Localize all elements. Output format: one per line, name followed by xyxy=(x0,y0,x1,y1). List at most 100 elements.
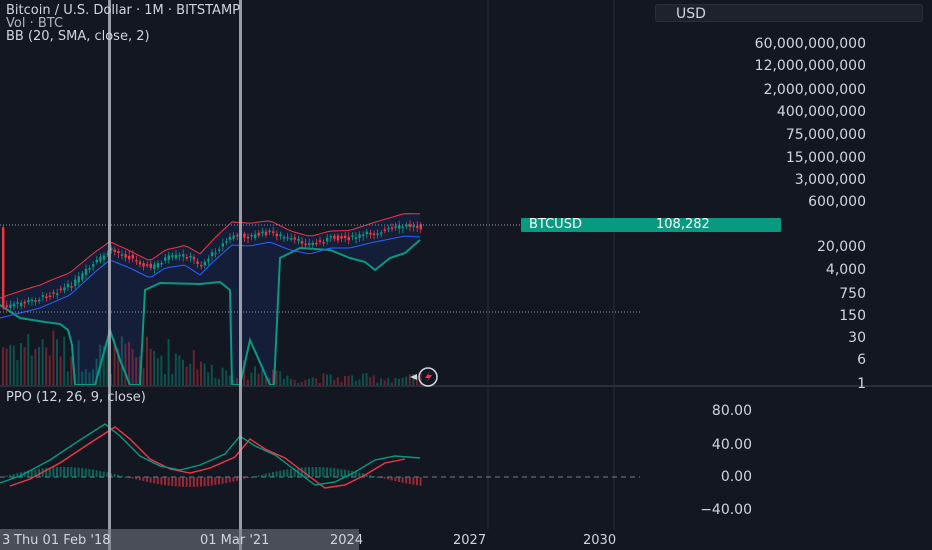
candle-body xyxy=(102,255,106,260)
candle-body xyxy=(171,255,174,258)
ppo-histogram-bar xyxy=(236,477,238,481)
candle-body xyxy=(218,249,221,251)
ppo-histogram-bar xyxy=(279,470,282,477)
volume-bar xyxy=(387,378,390,385)
candle-body xyxy=(308,243,311,245)
ppo-histogram-bar xyxy=(412,477,415,485)
candle-body xyxy=(77,276,80,283)
vertical-marker-1[interactable] xyxy=(108,0,111,550)
candle-body xyxy=(182,254,185,257)
volume-bar xyxy=(2,347,4,385)
candle-body xyxy=(45,296,48,299)
volume-bar xyxy=(362,373,364,385)
price-axis-label: 1 xyxy=(857,376,866,392)
ppo-histogram-bar xyxy=(380,477,382,478)
volume-bar xyxy=(304,379,307,385)
volume-bar xyxy=(311,377,314,385)
ppo-histogram-bar xyxy=(358,472,361,477)
volume-bar xyxy=(308,378,310,385)
ppo-histogram-bar xyxy=(56,467,58,477)
price-axis-label: 150 xyxy=(839,308,866,324)
candle-body xyxy=(81,273,84,280)
candle-body xyxy=(387,227,390,230)
price-tag: 108,282 xyxy=(648,218,781,232)
volume-bar xyxy=(156,358,159,385)
candle-body xyxy=(2,227,5,308)
candle-body xyxy=(372,233,376,236)
candle-body xyxy=(243,233,246,238)
volume-bar xyxy=(171,373,174,385)
candle-body xyxy=(185,256,188,259)
ppo-histogram-bar xyxy=(52,467,55,477)
ppo-histogram-bar xyxy=(88,468,91,477)
volume-bar xyxy=(279,371,282,385)
volume-bar xyxy=(12,345,15,385)
candle-body xyxy=(138,261,142,265)
candle-body xyxy=(149,263,152,268)
candle-body xyxy=(416,225,419,228)
volume-bar xyxy=(23,347,26,385)
ppo-histogram-bar xyxy=(340,469,343,477)
price-axis-label: 12,000,000,000 xyxy=(754,58,866,74)
volume-bar xyxy=(315,378,318,385)
candle-body xyxy=(329,236,332,238)
ppo-axis-label: 0.00 xyxy=(720,469,752,485)
candle-body xyxy=(34,300,37,302)
ppo-axis-label: 40.00 xyxy=(711,437,752,453)
candle-body xyxy=(27,299,30,303)
volume-bar xyxy=(358,379,361,385)
volume-bar xyxy=(401,377,404,385)
ppo-histogram-bar xyxy=(120,475,123,477)
ppo-legend[interactable]: PPO (12, 26, 9, close) xyxy=(6,390,146,406)
volume-bar xyxy=(376,382,379,385)
time-axis-label: 2027 xyxy=(453,533,487,548)
ppo-histogram-bar xyxy=(174,477,177,487)
candle-body xyxy=(164,257,167,261)
price-axis-label: 600,000 xyxy=(808,194,866,210)
candle-body xyxy=(358,234,361,238)
candle-body xyxy=(336,235,340,241)
currency-button[interactable]: USD xyxy=(655,4,923,22)
candle-body xyxy=(156,262,160,268)
candle-body xyxy=(362,234,365,236)
ppo-histogram-bar xyxy=(178,477,181,487)
volume-bar xyxy=(142,368,145,385)
volume-bar xyxy=(63,336,66,385)
candle-body xyxy=(290,238,293,240)
volume-bar xyxy=(56,339,58,385)
volume-bar xyxy=(250,372,253,385)
price-axis-label: 15,000,000 xyxy=(785,150,866,166)
ppo-histogram-bar xyxy=(394,477,397,482)
candle-body xyxy=(326,237,329,242)
candle-body xyxy=(59,288,62,291)
volume-bar xyxy=(185,366,188,385)
candle-body xyxy=(351,235,354,237)
bollinger-legend[interactable]: BB (20, SMA, close, 2) xyxy=(6,29,150,45)
candle-body xyxy=(84,268,88,275)
candle-body xyxy=(354,237,358,240)
volume-bar xyxy=(254,366,256,385)
bollinger-band-fill xyxy=(0,213,420,385)
volume-bar xyxy=(293,379,296,385)
candle-body xyxy=(200,264,203,267)
price-axis-label: 3,000,000 xyxy=(794,172,866,188)
price-axis-label: 2,000,000,000 xyxy=(763,82,866,98)
ppo-histogram-bar xyxy=(329,467,332,477)
ppo-histogram-bar xyxy=(2,476,4,478)
candle-body xyxy=(383,229,386,231)
candle-body xyxy=(9,304,12,309)
ppo-histogram-bar xyxy=(128,477,130,478)
ppo-histogram-bar xyxy=(272,472,274,477)
ppo-histogram-bar xyxy=(131,477,134,479)
candle-body xyxy=(293,237,296,240)
candle-body xyxy=(401,226,404,229)
volume-bar xyxy=(30,355,33,385)
ppo-histogram-bar xyxy=(268,472,271,477)
candle-body xyxy=(192,256,196,260)
candle-body xyxy=(95,259,98,263)
vertical-marker-2[interactable] xyxy=(239,0,242,550)
ppo-histogram-bar xyxy=(419,477,422,486)
ppo-histogram-bar xyxy=(124,476,127,478)
candle-body xyxy=(23,301,26,304)
candle-body xyxy=(48,295,52,298)
